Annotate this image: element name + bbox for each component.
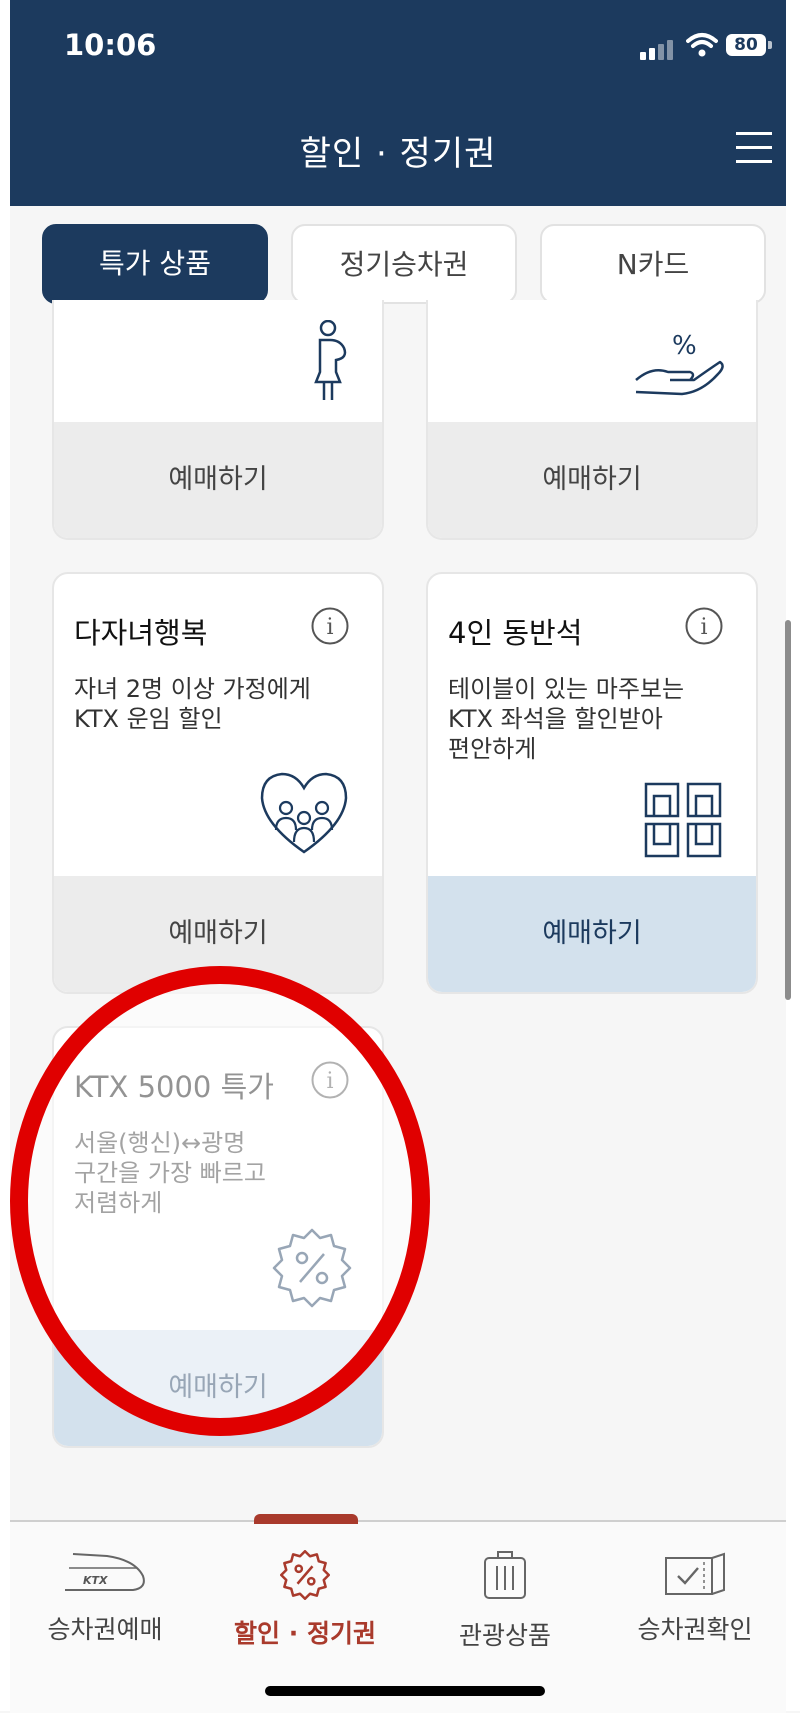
info-icon[interactable]: i: [310, 606, 350, 646]
card-description: 서울(행신)↔광명 구간을 가장 빠르고 저렴하게: [74, 1129, 266, 1217]
active-tab-indicator: [254, 1514, 358, 1524]
ktx-train-icon: KTX: [65, 1553, 145, 1591]
product-card-ktx5000: KTX 5000 특가 i 서울(행신)↔광명 구간을 가장 빠르고 저렴하게 …: [52, 1026, 384, 1448]
nav-item-tour-products[interactable]: 관광상품: [410, 1532, 600, 1652]
screen-frame-left: [0, 0, 10, 1711]
card-title: KTX 5000 특가: [74, 1070, 274, 1104]
discount-hand-icon: %: [635, 331, 724, 396]
nav-label: 관광상품: [458, 1621, 551, 1650]
page-title: 할인 · 정기권: [299, 134, 497, 174]
wifi-icon: [686, 33, 718, 57]
card-description: 테이블이 있는 마주보는 KTX 좌석을 할인받아 편안하게: [448, 675, 685, 763]
battery-icon: 80: [726, 34, 766, 56]
status-icons: 80: [640, 30, 780, 66]
svg-text:%: %: [672, 331, 697, 361]
product-card-pregnant: 예매하기: [52, 300, 384, 540]
status-time: 10:06: [64, 28, 157, 62]
book-button[interactable]: 예매하기: [428, 876, 756, 992]
card-title: 다자녀행복: [74, 616, 208, 650]
menu-button[interactable]: [734, 130, 774, 166]
card-title: 4인 동반석: [448, 616, 583, 650]
tab-special-offers[interactable]: 특가 상품: [42, 224, 268, 304]
book-button[interactable]: 예매하기: [54, 1330, 382, 1446]
info-icon[interactable]: i: [310, 1060, 350, 1100]
product-card-multichild: 다자녀행복 i 자녀 2명 이상 가정에게 KTX 운임 할인 예매하기: [52, 572, 384, 994]
facing-seats-icon: [644, 782, 722, 858]
nav-label: 할인 · 정기권: [234, 1619, 376, 1648]
home-indicator[interactable]: [265, 1686, 545, 1696]
svg-text:i: i: [326, 615, 333, 640]
card-description: 자녀 2명 이상 가정에게 KTX 운임 할인: [74, 675, 311, 733]
app-header: 10:06 80 할인 · 정기권: [10, 0, 786, 206]
discount-badge-icon: [272, 1228, 352, 1308]
book-button[interactable]: 예매하기: [54, 876, 382, 992]
nav-item-ticket-check[interactable]: 승차권확인: [600, 1532, 790, 1652]
nav-label: 승차권예매: [47, 1615, 163, 1644]
suitcase-icon: [484, 1551, 526, 1599]
svg-text:KTX: KTX: [83, 1574, 108, 1587]
book-button[interactable]: 예매하기: [54, 422, 382, 538]
svg-text:i: i: [326, 1069, 333, 1094]
tab-n-card[interactable]: N카드: [540, 224, 766, 304]
family-heart-icon: [260, 772, 348, 854]
book-button[interactable]: 예매하기: [428, 422, 756, 538]
battery-tip: [768, 41, 772, 49]
product-card-discount: % 예매하기: [426, 300, 758, 540]
svg-text:i: i: [700, 615, 707, 640]
nav-item-ticket-booking[interactable]: KTX 승차권예매: [10, 1532, 200, 1652]
nav-label: 승차권확인: [637, 1615, 753, 1644]
tab-commuter-pass[interactable]: 정기승차권: [291, 224, 517, 304]
scrollbar[interactable]: [785, 620, 791, 1000]
pregnant-woman-icon: [314, 320, 347, 400]
nav-item-discount-pass[interactable]: 할인 · 정기권: [210, 1532, 400, 1652]
info-icon[interactable]: i: [684, 606, 724, 646]
ticket-check-icon: [665, 1552, 725, 1595]
menu-icon: [736, 132, 772, 135]
discount-badge-icon: [280, 1550, 330, 1600]
bottom-navigation: KTX 승차권예매 할인 · 정기권 관광상품 승차권확인: [10, 1514, 786, 1713]
product-card-family-seat: 4인 동반석 i 테이블이 있는 마주보는 KTX 좌석을 할인받아 편안하게 …: [426, 572, 758, 994]
